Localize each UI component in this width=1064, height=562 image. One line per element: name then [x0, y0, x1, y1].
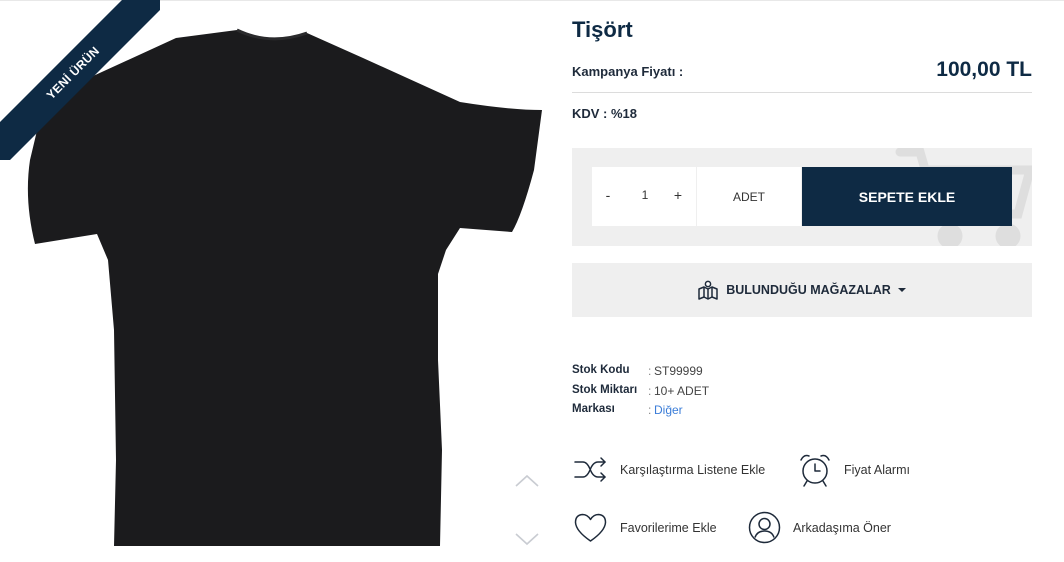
vat-info: KDV : %18	[572, 106, 638, 121]
price-value: 100,00 TL	[936, 58, 1032, 81]
price-label: Kampanya Fiyatı :	[572, 64, 684, 79]
spec-row-brand: Markası : Diğer	[572, 403, 709, 423]
unit-label: ADET	[697, 167, 801, 226]
recommend-friend-button[interactable]: Arkadaşıma Öner	[748, 511, 891, 544]
brand-link[interactable]: Diğer	[654, 403, 683, 423]
shuffle-icon	[574, 457, 606, 482]
quantity-input[interactable]	[630, 188, 660, 202]
alarm-clock-icon	[800, 454, 830, 487]
product-gallery: YENİ ÜRÜN	[0, 0, 560, 562]
heart-icon	[574, 513, 607, 542]
favorites-label: Favorilerime Ekle	[620, 521, 717, 535]
compare-button[interactable]: Karşılaştırma Listene Ekle	[573, 455, 765, 485]
caret-down-icon	[897, 288, 906, 292]
quantity-increase-button[interactable]: +	[668, 187, 688, 203]
new-product-badge: YENİ ÜRÜN	[0, 0, 160, 160]
store-map-icon	[698, 280, 718, 300]
spec-key: Stok Kodu	[572, 364, 630, 376]
recommend-friend-label: Arkadaşıma Öner	[793, 520, 891, 535]
favorites-button[interactable]: Favorilerime Ekle	[573, 512, 717, 544]
quantity-stepper: - +	[592, 167, 696, 226]
product-specs: Stok Kodu : ST99999 Stok Miktarı : 10+ A…	[572, 364, 709, 423]
spec-key: Stok Miktarı	[572, 383, 638, 396]
price-alarm-label: Fiyat Alarmı	[844, 463, 910, 477]
compare-label: Karşılaştırma Listene Ekle	[620, 463, 766, 477]
spec-value: ST99999	[654, 364, 703, 378]
price-row: Kampanya Fiyatı : 100,00 TL	[572, 58, 1032, 93]
product-title: Tişört	[572, 17, 633, 42]
add-to-cart-panel: - + ADET SEPETE EKLE	[572, 148, 1032, 246]
spec-row-stock-quantity: Stok Miktarı : 10+ ADET	[572, 384, 709, 404]
quantity-decrease-button[interactable]: -	[598, 187, 618, 203]
stores-dropdown-label: BULUNDUĞU MAĞAZALAR	[726, 283, 891, 297]
price-alarm-button[interactable]: Fiyat Alarmı	[798, 452, 910, 488]
ribbon-wrapper: YENİ ÜRÜN	[0, 0, 160, 160]
spec-key: Markası	[572, 403, 615, 415]
spec-value: 10+ ADET	[654, 383, 710, 398]
chevron-down-icon[interactable]	[512, 530, 542, 548]
chevron-up-icon[interactable]	[512, 472, 542, 490]
spec-row-stock-code: Stok Kodu : ST99999	[572, 364, 709, 384]
user-circle-icon	[748, 511, 781, 544]
add-to-cart-button[interactable]: SEPETE EKLE	[802, 167, 1012, 226]
stores-dropdown[interactable]: BULUNDUĞU MAĞAZALAR	[572, 263, 1032, 317]
